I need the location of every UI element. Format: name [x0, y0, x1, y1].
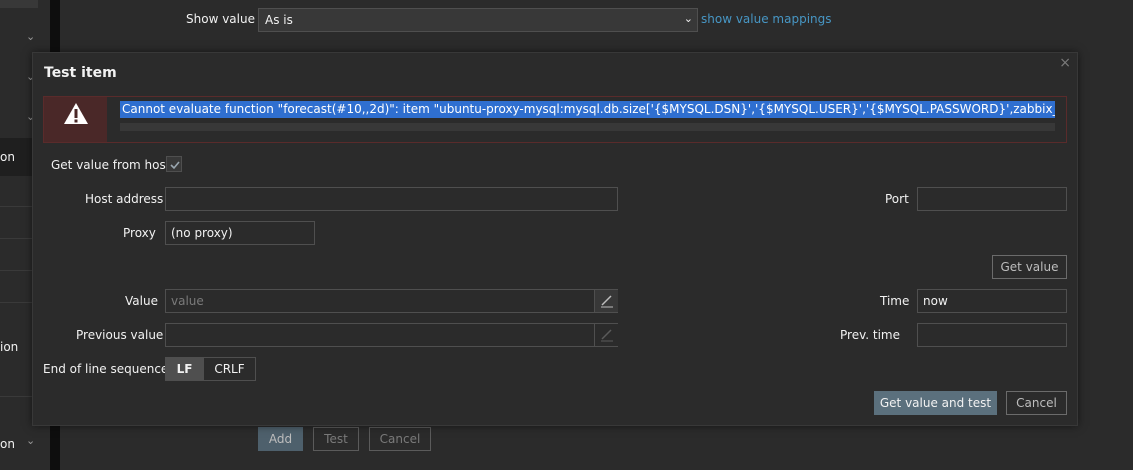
horizontal-scrollbar[interactable]: [120, 123, 1055, 131]
previous-value-label: Previous value: [76, 328, 164, 342]
sidebar-item-label[interactable]: ion: [0, 340, 18, 354]
test-item-dialog: Test item × Cannot evaluate function "fo…: [32, 52, 1078, 426]
prev-time-input: [917, 323, 1067, 347]
sidebar-item-label[interactable]: on: [0, 150, 15, 164]
previous-value-input: [165, 323, 618, 347]
chevron-down-icon[interactable]: ⌄: [26, 30, 35, 43]
add-button[interactable]: Add: [258, 427, 303, 451]
cancel-button-background[interactable]: Cancel: [369, 427, 431, 451]
dialog-title: Test item: [44, 65, 117, 81]
show-value-selected: As is: [265, 13, 293, 27]
eol-sequence-toggle: LF CRLF: [165, 357, 256, 381]
chevron-down-icon: ⌄: [683, 12, 693, 25]
time-label: Time: [880, 294, 910, 308]
error-message-box: Cannot evaluate function "forecast(#10,,…: [43, 96, 1067, 143]
host-address-input[interactable]: [165, 187, 618, 211]
test-button[interactable]: Test: [313, 427, 359, 451]
value-edit-button[interactable]: [594, 290, 618, 312]
show-value-mappings-link[interactable]: show value mappings: [701, 12, 832, 26]
proxy-label: Proxy: [123, 226, 156, 240]
prev-time-label: Prev. time: [840, 328, 900, 342]
port-input[interactable]: [917, 187, 1067, 211]
error-message-scroll[interactable]: Cannot evaluate function "forecast(#10,,…: [120, 101, 1055, 135]
value-input[interactable]: value: [165, 289, 618, 313]
error-message-text[interactable]: Cannot evaluate function "forecast(#10,,…: [120, 101, 1055, 118]
cancel-button[interactable]: Cancel: [1006, 391, 1067, 415]
host-address-label: Host address: [85, 192, 164, 206]
pencil-icon: [601, 329, 613, 342]
time-input[interactable]: now: [917, 289, 1067, 313]
error-icon-area: [44, 97, 107, 142]
sidebar-item-label[interactable]: on: [0, 437, 15, 451]
value-label: Value: [125, 294, 158, 308]
warning-icon: [64, 103, 88, 124]
sidebar-top-item[interactable]: [0, 0, 38, 8]
get-value-button[interactable]: Get value: [992, 255, 1067, 279]
checkmark-icon: [170, 161, 180, 170]
close-icon[interactable]: ×: [1059, 55, 1071, 71]
show-value-select[interactable]: As is ⌄: [258, 8, 698, 32]
proxy-input: (no proxy): [165, 221, 315, 245]
get-value-from-host-label: Get value from host: [51, 158, 171, 172]
eol-option-crlf[interactable]: CRLF: [203, 358, 255, 380]
pencil-icon: [601, 295, 613, 308]
eol-sequence-label: End of line sequence: [43, 362, 169, 376]
get-value-and-test-button[interactable]: Get value and test: [874, 391, 997, 415]
port-label: Port: [885, 192, 909, 206]
eol-option-lf[interactable]: LF: [166, 358, 203, 380]
get-value-from-host-checkbox[interactable]: [166, 156, 182, 172]
previous-value-edit-button: [594, 324, 618, 346]
show-value-label: Show value: [186, 12, 255, 26]
chevron-down-icon[interactable]: ⌄: [26, 434, 35, 447]
